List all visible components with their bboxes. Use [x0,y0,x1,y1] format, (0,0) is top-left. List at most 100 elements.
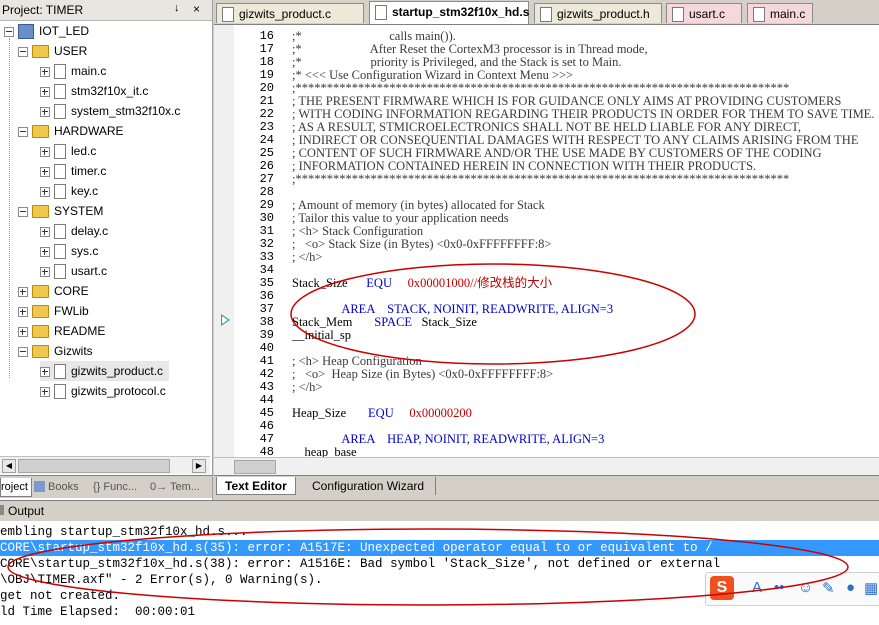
ime-mic-icon[interactable]: ● [846,579,855,596]
tab-functions[interactable]: {} Func... [93,478,149,496]
folder-icon [32,45,49,59]
tab-project[interactable]: roject [0,478,32,497]
tree-file[interactable]: sys.c [40,241,104,261]
sogou-logo-icon[interactable]: S [710,576,734,600]
tree-root[interactable]: IOT_LED [4,21,95,41]
code-token: ;* <<< Use Configuration Wizard in Conte… [292,68,574,82]
code-token: SPACE [374,315,413,329]
tree-group-hardware[interactable]: HARDWARE [18,121,130,141]
expand-icon[interactable] [40,366,50,377]
tree-file[interactable]: delay.c [40,221,114,241]
editor-tab-2[interactable]: gizwits_product.h [534,3,662,23]
tree-file[interactable]: system_stm32f10x.c [40,101,186,121]
code-token: ; INDIRECT OR CONSEQUENTIAL DAMAGES WITH… [292,133,859,147]
expand-icon[interactable] [18,286,28,297]
code-token: ; Tailor this value to your application … [292,211,509,225]
tree-file[interactable]: usart.c [40,261,113,281]
expand-icon[interactable] [18,326,28,337]
expand-icon[interactable] [40,66,50,77]
tab-configuration-wizard[interactable]: Configuration Wizard [306,477,436,495]
collapse-icon[interactable] [18,206,28,217]
tab-books[interactable]: Books [34,478,98,496]
tree-group-gizwits-label: Gizwits [54,344,93,358]
output-line-selected[interactable]: CORE\startup_stm32f10x_hd.s(35): error: … [0,540,879,556]
output-line[interactable]: embling startup_stm32f10x_hd.s... [0,524,879,540]
collapse-icon[interactable] [18,126,28,137]
pin-icon[interactable]: ↓ [174,2,180,14]
tree-group-core[interactable]: CORE [18,281,95,301]
code-line[interactable]: ; </h> [292,381,322,394]
expand-icon[interactable] [40,386,50,397]
tree-group-hardware-label: HARDWARE [54,124,124,138]
tree-file[interactable]: timer.c [40,161,112,181]
tree-file-label: main.c [71,64,107,78]
code-line[interactable]: ;***************************************… [292,173,789,186]
file-icon [54,84,66,100]
tree-group-fwlib[interactable]: FWLib [18,301,95,321]
expand-icon[interactable] [18,306,28,317]
collapse-icon[interactable] [18,346,28,357]
ime-toolbox-icon[interactable]: ▦ [864,579,878,597]
editor-horizontal-scrollbar[interactable] [214,457,879,475]
ime-pen-icon[interactable]: ✎ [822,579,835,597]
expand-icon[interactable] [40,246,50,257]
folder-icon [32,345,49,359]
tree-group-system[interactable]: SYSTEM [18,201,109,221]
code-token: ; AS A RESULT, STMICROELECTRONICS SHALL … [292,120,802,134]
output-line[interactable]: ld Time Elapsed: 00:00:01 [0,604,879,620]
code-token: ; <o> Heap Size (in Bytes) <0x0-0xFFFFFF… [292,367,554,381]
code-line[interactable]: ; </h> [292,251,322,264]
expand-icon[interactable] [40,166,50,177]
code-line[interactable]: Stack_Size EQU 0x00001000//修改栈的大小 [292,277,552,290]
code-token: ; WITH CODING INFORMATION REGARDING THEI… [292,107,875,121]
tree-file[interactable]: key.c [40,181,104,201]
code-token: Stack_Mem [292,315,375,329]
tab-text-editor[interactable]: Text Editor [216,477,296,495]
ime-voice-icon[interactable]: •• [774,579,785,596]
file-icon [54,184,66,200]
expand-icon[interactable] [40,266,50,277]
tree-group-readme[interactable]: README [18,321,111,341]
tree-file[interactable]: main.c [40,61,112,81]
editor-tab-0[interactable]: gizwits_product.c [216,3,364,23]
tree-file[interactable]: gizwits_protocol.c [40,381,172,401]
tree-group-gizwits[interactable]: Gizwits [18,341,99,361]
tree-root-label: IOT_LED [39,24,90,38]
ime-emoji-icon[interactable]: ☺ [798,579,813,596]
code-line[interactable]: ; <o> Heap Size (in Bytes) <0x0-0xFFFFFF… [292,368,553,381]
expand-icon[interactable] [40,146,50,157]
code-token: ; <h> Stack Configuration [292,224,424,238]
project-icon [18,24,34,40]
project-horizontal-scrollbar[interactable]: ◀ ▶ [0,456,210,474]
expand-icon[interactable] [40,226,50,237]
file-icon [54,364,66,380]
tree-group-user[interactable]: USER [18,41,93,61]
editor-tab-4[interactable]: main.c [747,3,813,23]
ime-font-icon[interactable]: A [752,579,762,596]
code-line[interactable]: ; <o> Stack Size (in Bytes) <0x0-0xFFFFF… [292,238,552,251]
code-line[interactable]: __initial_sp [292,329,351,342]
tree-file[interactable]: gizwits_product.c [40,361,170,381]
editor-tab-3[interactable]: usart.c [666,3,742,23]
tab-templates[interactable]: 0→ Tem... [150,478,210,496]
editor-gutter [214,25,235,457]
tree-file[interactable]: stm32f10x_it.c [40,81,154,101]
code-token: ;***************************************… [292,172,790,186]
folder-icon [32,205,49,219]
expand-icon[interactable] [40,186,50,197]
code-line[interactable]: Heap_Size EQU 0x00000200 [292,407,472,420]
editor-tab-1[interactable]: startup_stm32f10x_hd.s [369,1,529,24]
tab-books-label: Books [48,481,79,493]
tree-file[interactable]: led.c [40,141,102,161]
expand-icon[interactable] [40,106,50,117]
output-title: Output [8,504,45,518]
expand-icon[interactable] [40,86,50,97]
code-token: ; Amount of memory (in bytes) allocated … [292,198,545,212]
editor-tab-label: main.c [770,7,806,21]
collapse-icon[interactable] [4,26,14,37]
collapse-icon[interactable] [18,46,28,57]
close-icon[interactable]: × [193,2,200,16]
output-line[interactable]: CORE\startup_stm32f10x_hd.s(38): error: … [0,556,879,572]
